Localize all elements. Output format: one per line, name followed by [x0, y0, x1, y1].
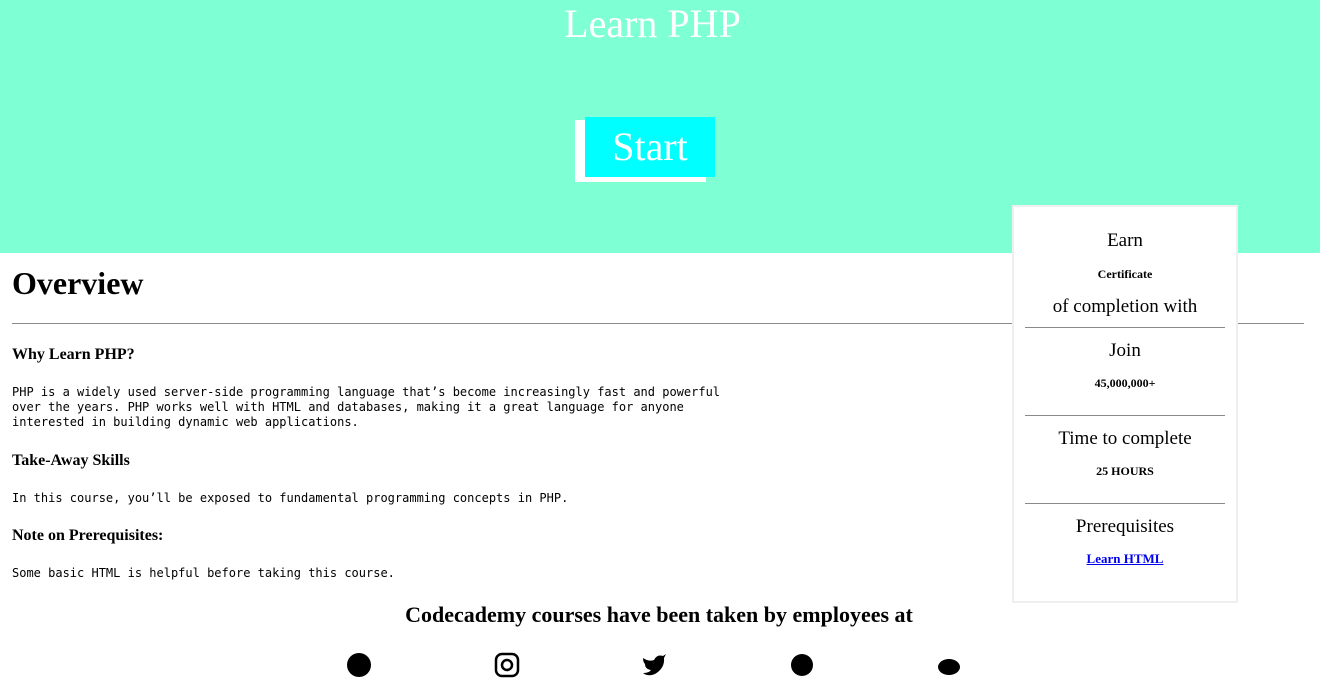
section-heading-why: Why Learn PHP?	[12, 346, 135, 363]
section-heading-prereq: Note on Prerequisites:	[12, 527, 164, 544]
section-heading-skills: Take-Away Skills	[12, 452, 130, 469]
card-divider	[1025, 503, 1225, 504]
card-divider	[1025, 327, 1225, 328]
prerequisites-label: Prerequisites	[1075, 516, 1175, 537]
start-button[interactable]: Start	[585, 117, 715, 177]
employer-logos	[0, 652, 1320, 678]
join-label: Join	[1109, 340, 1141, 361]
overview-heading: Overview	[12, 265, 144, 301]
prerequisite-link-row: Learn HTML	[1014, 550, 1236, 568]
twitter-icon	[643, 654, 666, 676]
section-body-prereq: Some basic HTML is helpful before taking…	[12, 566, 395, 580]
time-value: 25 HOURS	[1096, 464, 1154, 478]
time-label: Time to complete	[1058, 428, 1192, 449]
earn-label: Earn	[1107, 230, 1143, 251]
section-body-skills: In this course, you’ll be exposed to fun…	[12, 491, 569, 505]
card-divider	[1025, 415, 1225, 416]
completion-label: of completion with	[1052, 296, 1198, 317]
skype-icon	[791, 654, 813, 676]
instagram-icon	[494, 652, 520, 678]
employers-heading: Codecademy courses have been taken by em…	[405, 602, 913, 627]
course-info-card: Earn Certificate of completion with Join…	[1012, 205, 1238, 603]
page-title: Learn PHP	[564, 1, 741, 46]
learners-count: 45,000,000+	[1094, 376, 1156, 390]
learn-html-link[interactable]: Learn HTML	[1087, 551, 1164, 566]
pinterest-icon	[347, 653, 371, 677]
reddit-icon	[938, 659, 960, 675]
section-body-why: PHP is a widely used server-side program…	[12, 385, 721, 429]
certificate-label: Certificate	[1097, 267, 1153, 281]
